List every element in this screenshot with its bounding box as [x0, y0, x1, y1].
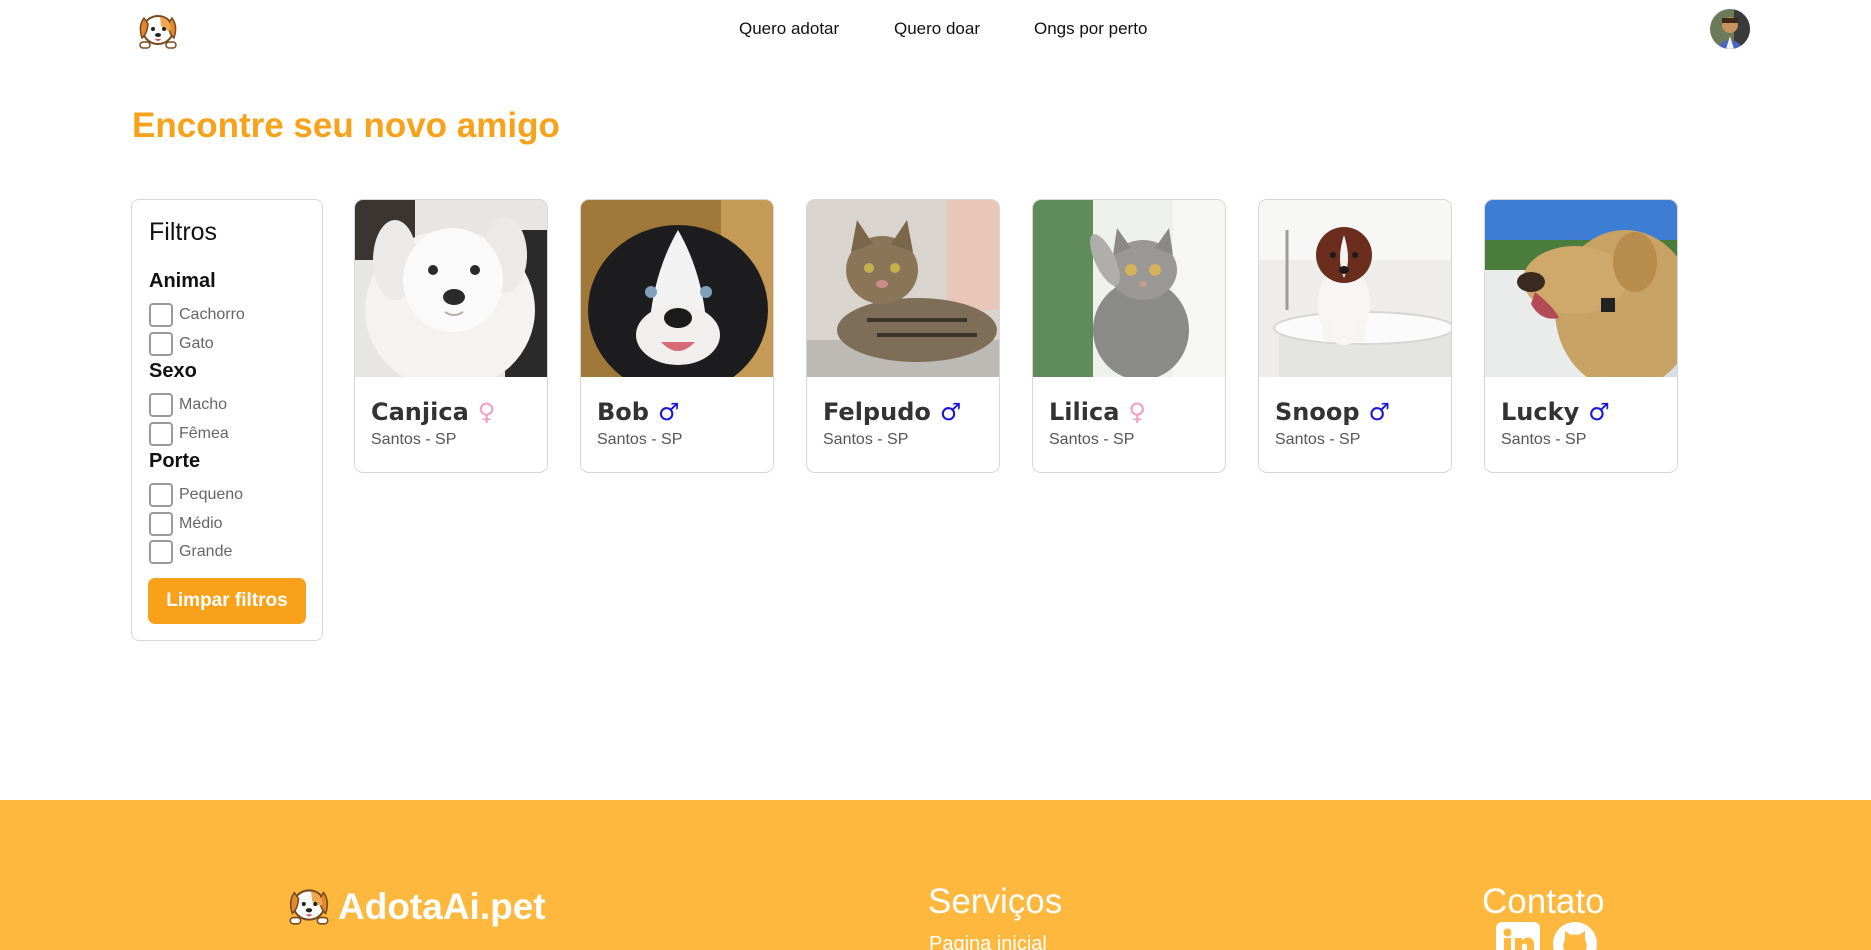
- footer-contact-title: Contato: [1482, 882, 1605, 921]
- pet-photo: [807, 200, 999, 377]
- filter-option-label: Cachorro: [179, 306, 245, 323]
- github-icon[interactable]: [1553, 922, 1597, 950]
- pet-name-text: Lilica: [1049, 398, 1120, 426]
- pet-photo: [1259, 200, 1451, 377]
- filter-option-label: Macho: [179, 396, 228, 413]
- pet-card-lilica[interactable]: Lilica ♀ Santos - SP: [1032, 199, 1226, 473]
- pet-name-text: Bob: [597, 398, 649, 426]
- filter-option-grande[interactable]: Grande: [149, 540, 232, 564]
- pet-photo: [1033, 200, 1225, 377]
- male-icon: ♂: [1368, 398, 1391, 426]
- filter-group-porte-title: Porte: [149, 450, 201, 472]
- pet-photo: [355, 200, 547, 377]
- filter-option-label: Fêmea: [179, 425, 229, 442]
- pet-name-text: Snoop: [1275, 398, 1360, 426]
- pet-name: Lilica ♀: [1049, 398, 1146, 426]
- pet-name-text: Canjica: [371, 398, 469, 426]
- page-title: Encontre seu novo amigo: [132, 106, 560, 145]
- filters-title: Filtros: [149, 218, 218, 246]
- filter-option-gato[interactable]: Gato: [149, 332, 214, 356]
- filter-group-sexo-title: Sexo: [149, 360, 197, 382]
- filter-option-label: Gato: [179, 335, 214, 352]
- pet-location: Santos - SP: [597, 431, 683, 448]
- checkbox-femea[interactable]: [149, 422, 173, 446]
- pet-name: Lucky ♂: [1501, 398, 1610, 426]
- pet-name: Felpudo ♂: [823, 398, 961, 426]
- pet-card-canjica[interactable]: Canjica ♀ Santos - SP: [354, 199, 548, 473]
- female-icon: ♀: [477, 398, 496, 426]
- checkbox-pequeno[interactable]: [149, 483, 173, 507]
- dog-logo-icon[interactable]: [134, 8, 182, 50]
- checkbox-medio[interactable]: [149, 512, 173, 536]
- pet-location: Santos - SP: [1275, 431, 1361, 448]
- footer-services-title: Serviços: [928, 882, 1063, 921]
- pet-photo: [1485, 200, 1677, 377]
- footer-brand[interactable]: AdotaAi.pet: [284, 882, 546, 927]
- female-icon: ♀: [1128, 398, 1146, 426]
- pet-card-snoop[interactable]: Snoop ♂ Santos - SP: [1258, 199, 1452, 473]
- pet-location: Santos - SP: [1049, 431, 1135, 448]
- checkbox-cachorro[interactable]: [149, 303, 173, 327]
- pet-name: Canjica ♀: [371, 398, 495, 426]
- pet-name: Bob ♂: [597, 398, 679, 426]
- top-navbar: Quero adotar Quero doar Ongs por perto: [0, 0, 1871, 58]
- pet-location: Santos - SP: [823, 431, 909, 448]
- filter-option-pequeno[interactable]: Pequeno: [149, 483, 243, 507]
- pet-name-text: Felpudo: [823, 398, 931, 426]
- pet-name-text: Lucky: [1501, 398, 1580, 426]
- footer-link-pagina-inicial[interactable]: Pagina inicial: [929, 933, 1047, 950]
- filter-option-medio[interactable]: Médio: [149, 512, 223, 536]
- filter-option-label: Médio: [179, 515, 223, 532]
- pet-card-felpudo[interactable]: Felpudo ♂ Santos - SP: [806, 199, 1000, 473]
- clear-filters-button[interactable]: Limpar filtros: [148, 578, 306, 624]
- pet-card-bob[interactable]: Bob ♂ Santos - SP: [580, 199, 774, 473]
- dog-logo-icon: [289, 889, 329, 925]
- footer-brand-text: AdotaAi.pet: [338, 886, 546, 927]
- pet-location: Santos - SP: [371, 431, 457, 448]
- filter-option-macho[interactable]: Macho: [149, 393, 227, 417]
- checkbox-grande[interactable]: [149, 540, 173, 564]
- nav-ongs-por-perto[interactable]: Ongs por perto: [1034, 19, 1147, 39]
- pet-card-lucky[interactable]: Lucky ♂ Santos - SP: [1484, 199, 1678, 473]
- filter-option-femea[interactable]: Fêmea: [149, 422, 229, 446]
- linkedin-icon[interactable]: [1496, 922, 1540, 950]
- nav-quero-adotar[interactable]: Quero adotar: [739, 19, 839, 39]
- nav-quero-doar[interactable]: Quero doar: [894, 19, 980, 39]
- male-icon: ♂: [1588, 398, 1610, 426]
- filter-group-animal-title: Animal: [149, 270, 216, 292]
- user-avatar[interactable]: [1710, 9, 1750, 49]
- pet-photo: [581, 200, 773, 377]
- filter-option-cachorro[interactable]: Cachorro: [149, 303, 245, 327]
- footer: AdotaAi.pet Serviços Pagina inicial Cont…: [0, 800, 1871, 950]
- filters-panel: Filtros Animal Cachorro Gato Sexo Macho …: [131, 199, 323, 641]
- filter-option-label: Grande: [179, 543, 233, 560]
- male-icon: ♂: [939, 398, 962, 426]
- checkbox-gato[interactable]: [149, 332, 173, 356]
- pet-location: Santos - SP: [1501, 431, 1587, 448]
- filter-option-label: Pequeno: [179, 486, 244, 503]
- checkbox-macho[interactable]: [149, 393, 173, 417]
- male-icon: ♂: [657, 398, 680, 426]
- pet-name: Snoop ♂: [1275, 398, 1390, 426]
